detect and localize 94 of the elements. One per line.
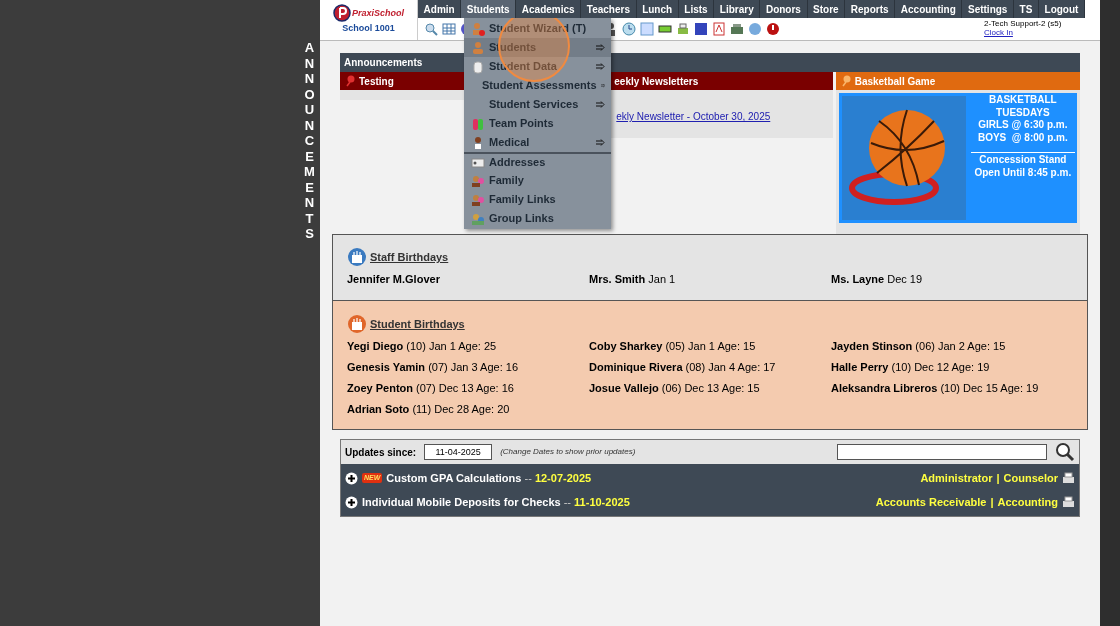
vertical-section-label: ANNOUNCEMENTS: [303, 40, 316, 243]
expand-icon[interactable]: [345, 495, 358, 509]
menu-item[interactable]: Group Links: [464, 209, 611, 228]
grid-icon[interactable]: [442, 22, 456, 36]
menu-label: Family Links: [489, 192, 557, 208]
family-icon: [471, 173, 485, 188]
birthday-entry: Zoey Penton (07) Dec 13 Age: 16: [347, 381, 515, 396]
card-icon[interactable]: [658, 22, 672, 36]
menu-item[interactable]: Student Assessments: [464, 76, 611, 95]
separator: |: [990, 494, 994, 510]
search-field[interactable]: [837, 444, 1047, 460]
address-card-icon: [471, 155, 485, 170]
update-row[interactable]: Individual Mobile Deposits for Checks -- 11-10-2025 Accounts Receivable | Accounting: [341, 490, 1079, 514]
power-icon[interactable]: [766, 22, 780, 36]
birthday-entry: Genesis Yamin (07) Jan 3 Age: 16: [347, 360, 520, 375]
group-icon: [471, 211, 485, 226]
birthday-entry: Aleksandra Libreros (10) Dec 15 Age: 19: [831, 381, 1040, 396]
birthday-entry: Dominique Rivera (08) Jan 4 Age: 17: [589, 360, 777, 375]
pushpin-icon: [344, 75, 356, 87]
flyer-text: BOYS @ 8:00 p.m.: [977, 131, 1068, 144]
menu-label: Medical: [489, 135, 531, 151]
menu-item[interactable]: Team Points: [464, 114, 611, 133]
nav-tab[interactable]: Settings: [962, 0, 1014, 18]
pdf-icon[interactable]: [712, 22, 726, 36]
birthday-entry: Ms. Layne Dec 19: [831, 272, 924, 287]
role-label: Accounting: [997, 494, 1058, 510]
nav-tab[interactable]: TS: [1014, 0, 1039, 18]
menu-label: Family: [489, 173, 525, 189]
birthday-entry: Jayden Stinson (06) Jan 2 Age: 15: [831, 339, 1007, 354]
flyer-text: Open Until 8:45 p.m.: [974, 166, 1072, 179]
family-icon: [471, 192, 485, 207]
section-title[interactable]: Staff Birthdays: [370, 248, 449, 266]
birthday-entry: Josue Vallejo (06) Dec 13 Age: 15: [589, 381, 761, 396]
flyer-text: BASKETBALL: [988, 94, 1057, 107]
column-title: Basketball Game: [854, 74, 936, 89]
column-title: eekly Newsletters: [614, 74, 699, 89]
menu-label: Team Points: [489, 116, 555, 132]
nav-tab[interactable]: Lists: [678, 0, 715, 18]
search-icon[interactable]: [1055, 442, 1075, 462]
menu-item[interactable]: Addresses: [464, 152, 611, 171]
menu-item[interactable]: Student Services: [464, 95, 611, 114]
role-label: Counselor: [1003, 470, 1058, 486]
birthday-entry: Halle Perry (10) Dec 12 Age: 19: [831, 360, 991, 375]
nav-tab[interactable]: Donors: [760, 0, 808, 18]
nav-tab[interactable]: Reports: [845, 0, 896, 18]
section-title[interactable]: Student Birthdays: [370, 315, 465, 333]
menu-label: Student Assessments: [482, 78, 597, 94]
team-icon: [471, 116, 485, 131]
menu-label: Student Services: [489, 97, 580, 113]
logo[interactable]: PraxiSchool School 1001: [320, 0, 418, 40]
printer-icon[interactable]: [1062, 495, 1075, 509]
database-icon: [471, 59, 485, 74]
date-field[interactable]: 11-04-2025: [424, 444, 493, 460]
person-add-icon: [471, 21, 485, 36]
column-title: Testing: [359, 74, 394, 89]
menu-label: Group Links: [489, 211, 555, 227]
separator: |: [996, 470, 1000, 486]
birthday-entry: Yegi Diego (10) Jan 1 Age: 25: [347, 339, 498, 354]
cake-icon: [347, 247, 367, 267]
cash-register-icon[interactable]: [730, 22, 744, 36]
role-label: Administrator: [920, 470, 993, 486]
nav-tab[interactable]: Students: [461, 0, 517, 18]
nav-tab[interactable]: Logout: [1038, 0, 1085, 18]
hint-text: (Change Dates to show prior updates): [500, 446, 636, 458]
role-label: Accounts Receivable: [875, 494, 987, 510]
person-icon: [471, 40, 485, 55]
menu-label: Addresses: [489, 155, 547, 171]
birthday-entry: Coby Sharkey (05) Jan 1 Age: 15: [589, 339, 757, 354]
nav-tab[interactable]: Library: [714, 0, 761, 18]
update-title[interactable]: Individual Mobile Deposits for Checks -- 11-10-2025: [362, 493, 630, 511]
updates-label: Updates since:: [345, 445, 417, 460]
update-title[interactable]: Custom GPA Calculations -- 12-07-2025: [386, 469, 592, 487]
cake-icon: [347, 314, 367, 334]
expand-icon[interactable]: [345, 471, 358, 485]
user-name: 2-Tech Support-2 (s5): [984, 20, 1062, 29]
printer-icon[interactable]: [1062, 471, 1075, 485]
newsletter-link[interactable]: ekly Newsletter - October 30, 2025: [616, 111, 771, 122]
menu-item[interactable]: Medical: [464, 133, 611, 152]
logo-text: PraxiSchool: [352, 6, 404, 20]
pushpin-icon: [839, 75, 852, 87]
nav-tab[interactable]: Lunch: [636, 0, 679, 18]
school-name: School 1001: [342, 22, 395, 36]
flyer-text: TUESDAYS: [996, 106, 1050, 119]
menu-item[interactable]: Family Links: [464, 190, 611, 209]
birthday-entry: Mrs. Smith Jan 1: [589, 272, 677, 287]
clock-in-link[interactable]: Clock In: [984, 29, 1062, 38]
flyer-text: GIRLS @ 6:30 p.m.: [978, 119, 1068, 132]
birthday-entry: Adrian Soto (11) Dec 28 Age: 20: [347, 402, 511, 417]
nav-tab[interactable]: Accounting: [895, 0, 963, 18]
menu-item[interactable]: Family: [464, 171, 611, 190]
nav-tab[interactable]: Store: [807, 0, 846, 18]
flyer-text: Concession Stand: [970, 152, 1075, 167]
logo-icon: [333, 4, 351, 23]
birthday-entry: Jennifer M.Glover: [347, 272, 441, 287]
